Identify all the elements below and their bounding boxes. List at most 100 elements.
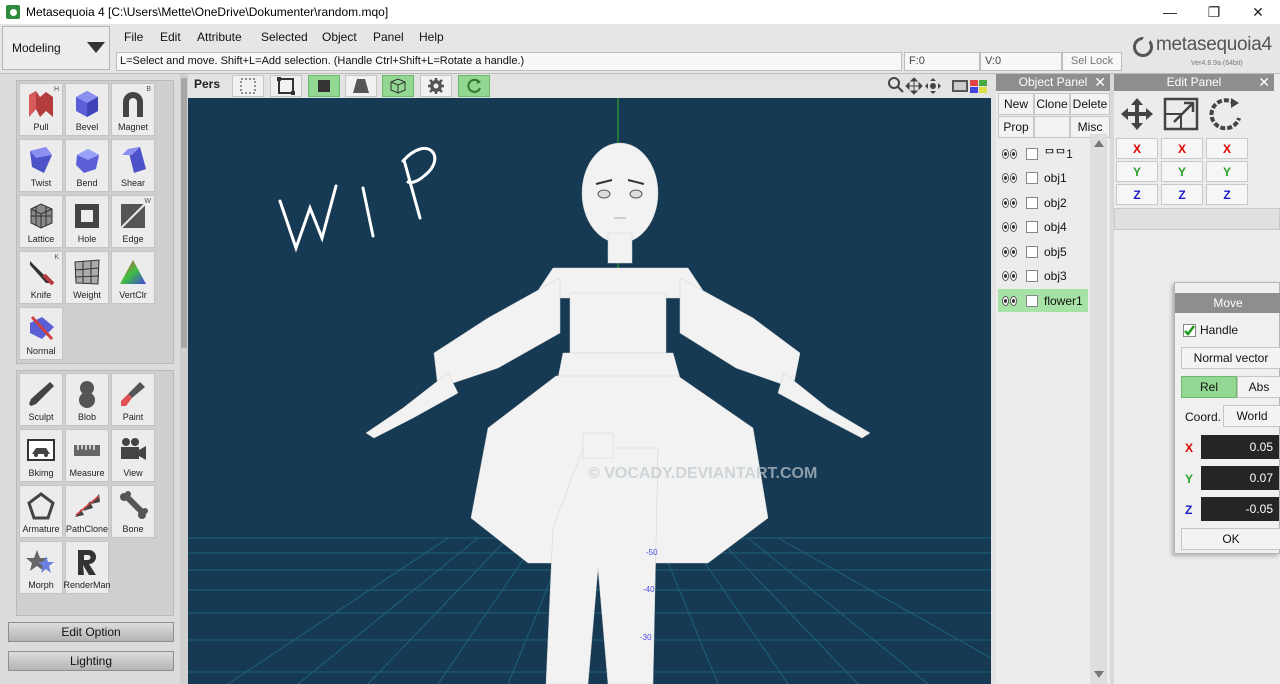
tool-bend[interactable]: Bend [65,139,109,192]
x-value-field[interactable]: 0.05 [1201,435,1279,459]
tool-magnet[interactable]: B Magnet [111,83,155,136]
object-list-scrollbar[interactable] [1090,134,1107,684]
projection-button[interactable]: Pers [194,77,220,91]
tool-renderman[interactable]: RenderMan [63,541,111,594]
viewport-layout-icon[interactable] [952,78,988,94]
axis-y-button[interactable]: Y [1206,161,1248,182]
object-row[interactable]: obj4 [998,216,1088,239]
tool-bevel[interactable]: Bevel [65,83,109,136]
tool-sculpt[interactable]: Sculpt [19,373,63,426]
mode-select[interactable]: Modeling [2,26,110,70]
tool-hole[interactable]: Hole [65,195,109,248]
close-window-button[interactable]: ✕ [1236,0,1280,24]
tool-view[interactable]: View [111,429,155,482]
visibility-eye-icon[interactable] [1002,197,1017,208]
tool-knife[interactable]: K Knife [19,251,63,304]
clone-object-button[interactable]: Clone [1034,93,1070,115]
3d-viewport[interactable]: © VOCADY.DEVIANTART.COM -50 -40 -30 [188,98,991,684]
handle-checkbox[interactable]: Handle [1183,323,1238,337]
visibility-eye-icon[interactable] [1002,173,1017,183]
tool-shear[interactable]: Shear [111,139,155,192]
zoom-icon[interactable] [888,77,904,93]
lock-checkbox[interactable] [1026,245,1038,258]
object-row[interactable]: obj1 [998,167,1088,190]
rotate-icon[interactable] [1206,96,1244,132]
lock-checkbox[interactable] [1026,221,1038,233]
menu-panel[interactable]: Panel [373,30,404,44]
axis-z-button[interactable]: Z [1116,184,1158,205]
lock-checkbox[interactable] [1026,270,1038,282]
menu-file[interactable]: File [124,30,143,44]
tool-edge[interactable]: W Edge [111,195,155,248]
menu-object[interactable]: Object [322,30,357,44]
perspective-grid-toggle[interactable] [345,75,377,97]
z-value-field[interactable]: -0.05 [1201,497,1279,521]
close-icon[interactable]: ✕ [1258,74,1270,91]
pan-icon[interactable] [905,77,923,95]
object-row[interactable]: obj5 [998,240,1088,263]
select-frame-button[interactable] [270,75,302,97]
rel-button[interactable]: Rel [1181,376,1237,398]
normal-vector-button[interactable]: Normal vector [1181,347,1280,369]
lock-checkbox[interactable] [1026,196,1038,209]
ok-button[interactable]: OK [1181,528,1280,550]
rotate-view-icon[interactable] [924,77,942,95]
scale-icon[interactable] [1162,96,1200,132]
tool-pathclone[interactable]: PathClone [65,485,109,538]
settings-button[interactable] [420,75,452,97]
maximize-button[interactable]: ❐ [1192,0,1236,24]
y-value-field[interactable]: 0.07 [1201,466,1279,490]
lock-checkbox[interactable] [1026,172,1038,184]
minimize-button[interactable]: — [1148,0,1192,24]
sel-lock-button[interactable]: Sel Lock [1062,52,1122,71]
menu-help[interactable]: Help [419,30,444,44]
tool-weight[interactable]: Weight [65,251,109,304]
axis-z-button[interactable]: Z [1206,184,1248,205]
face-display-toggle[interactable] [308,75,340,97]
tool-measure[interactable]: Measure [65,429,109,482]
axis-x-button[interactable]: X [1116,138,1158,159]
edit-option-button[interactable]: Edit Option [8,622,174,642]
wire-cube-toggle[interactable] [382,75,414,97]
tool-paint[interactable]: Paint [111,373,155,426]
object-row[interactable]: ᄆᄆ1 [998,142,1088,165]
axis-x-button[interactable]: X [1161,138,1203,159]
new-object-button[interactable]: New [998,93,1034,115]
tool-pull[interactable]: H Pull [19,83,63,136]
axis-z-button[interactable]: Z [1161,184,1203,205]
object-row[interactable]: flower1 [998,289,1088,312]
close-icon[interactable]: ✕ [1094,74,1106,91]
move-icon[interactable] [1118,96,1156,132]
tool-panel-scrollbar[interactable] [180,74,188,684]
tool-lattice[interactable]: Lattice [19,195,63,248]
tool-blob[interactable]: Blob [65,373,109,426]
menu-selected[interactable]: Selected [261,30,308,44]
object-row[interactable]: obj3 [998,265,1088,288]
menu-edit[interactable]: Edit [160,30,181,44]
visibility-eye-icon[interactable] [1002,295,1017,306]
lock-checkbox[interactable] [1026,147,1038,160]
tool-bkimg[interactable]: Bkimg [19,429,63,482]
select-rect-button[interactable] [232,75,264,97]
visibility-eye-icon[interactable] [1002,222,1017,232]
axis-y-button[interactable]: Y [1116,161,1158,182]
lock-checkbox[interactable] [1026,294,1038,307]
visibility-eye-icon[interactable] [1002,271,1017,281]
abs-button[interactable]: Abs [1237,376,1280,398]
tool-armature[interactable]: Armature [19,485,63,538]
axis-x-button[interactable]: X [1206,138,1248,159]
prop-button[interactable]: Prop [998,116,1034,138]
tool-vertclr[interactable]: VertClr [111,251,155,304]
lighting-button[interactable]: Lighting [8,651,174,671]
visibility-eye-icon[interactable] [1002,246,1017,257]
delete-object-button[interactable]: Delete [1070,93,1110,115]
object-row[interactable]: obj2 [998,191,1088,214]
coord-select[interactable]: World [1223,405,1280,427]
tool-twist[interactable]: Twist [19,139,63,192]
axis-y-button[interactable]: Y [1161,161,1203,182]
visibility-eye-icon[interactable] [1002,148,1017,159]
sync-button[interactable] [458,75,490,97]
menu-attribute[interactable]: Attribute [197,30,242,44]
tool-morph[interactable]: Morph [19,541,63,594]
tool-bone[interactable]: Bone [111,485,155,538]
